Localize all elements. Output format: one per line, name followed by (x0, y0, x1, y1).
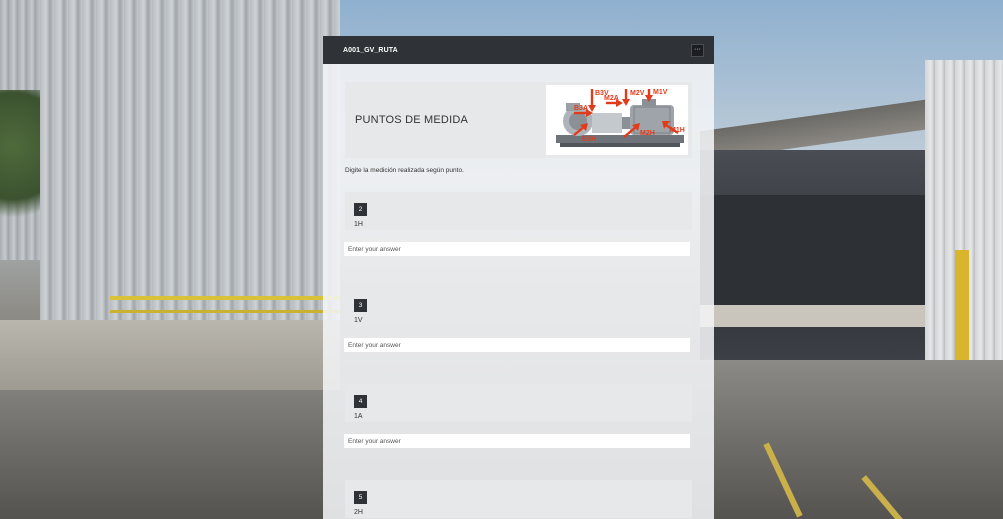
section-banner: PUNTOS DE MEDIDA B3V M2V M1V B3A M2A B3H… (345, 82, 692, 158)
answer-input[interactable] (344, 242, 690, 256)
pump-label-m1v: M1V (653, 89, 668, 96)
answer-input[interactable] (344, 338, 690, 352)
background-trailer-base (700, 305, 950, 327)
form-title: A001_GV_RUTA (343, 46, 398, 54)
form-description: Digite la medición realizada según punto… (345, 167, 464, 174)
question-label: 1H (354, 221, 363, 228)
question-label: 1V (354, 317, 363, 324)
background-railing (110, 296, 340, 300)
question-number: 5 (354, 491, 367, 504)
background-wall (0, 320, 340, 390)
pump-diagram-image: B3V M2V M1V B3A M2A B3H M2H M1H (546, 85, 688, 155)
question-card: 5 2H (345, 480, 692, 518)
question-card: 3 1V (345, 288, 692, 326)
question-number: 4 (354, 395, 367, 408)
question-card: 4 1A (345, 384, 692, 422)
background-silo (40, 0, 340, 340)
more-options-button[interactable]: ··· (691, 43, 704, 57)
form-card: A001_GV_RUTA ··· PUNTOS DE MEDIDA B3V M2… (323, 36, 714, 519)
pump-label-m2a: M2A (604, 95, 619, 102)
section-title: PUNTOS DE MEDIDA (355, 114, 469, 126)
pump-label-m2h: M2H (640, 130, 655, 137)
question-block: 2 1H (344, 192, 692, 256)
question-block: 5 2H (345, 480, 692, 518)
pump-label-b3a: B3A (574, 105, 588, 112)
pump-label-m2v: M2V (630, 90, 645, 97)
question-card: 2 1H (345, 192, 692, 230)
question-number: 3 (354, 299, 367, 312)
question-block: 3 1V (344, 288, 692, 352)
form-header: A001_GV_RUTA ··· (323, 36, 714, 64)
question-label: 2H (354, 509, 363, 516)
pump-diagram-svg: B3V M2V M1V B3A M2A B3H M2H M1H (556, 89, 685, 147)
pump-label-b3h: B3H (582, 136, 596, 143)
question-label: 1A (354, 413, 363, 420)
answer-input[interactable] (344, 434, 690, 448)
background-tree (0, 90, 42, 230)
question-block: 4 1A (344, 384, 692, 448)
background-trailer (700, 195, 950, 310)
pump-label-m1h: M1H (670, 127, 685, 134)
background-railing-lower (110, 310, 340, 313)
form-body: PUNTOS DE MEDIDA B3V M2V M1V B3A M2A B3H… (323, 64, 714, 518)
question-number: 2 (354, 203, 367, 216)
